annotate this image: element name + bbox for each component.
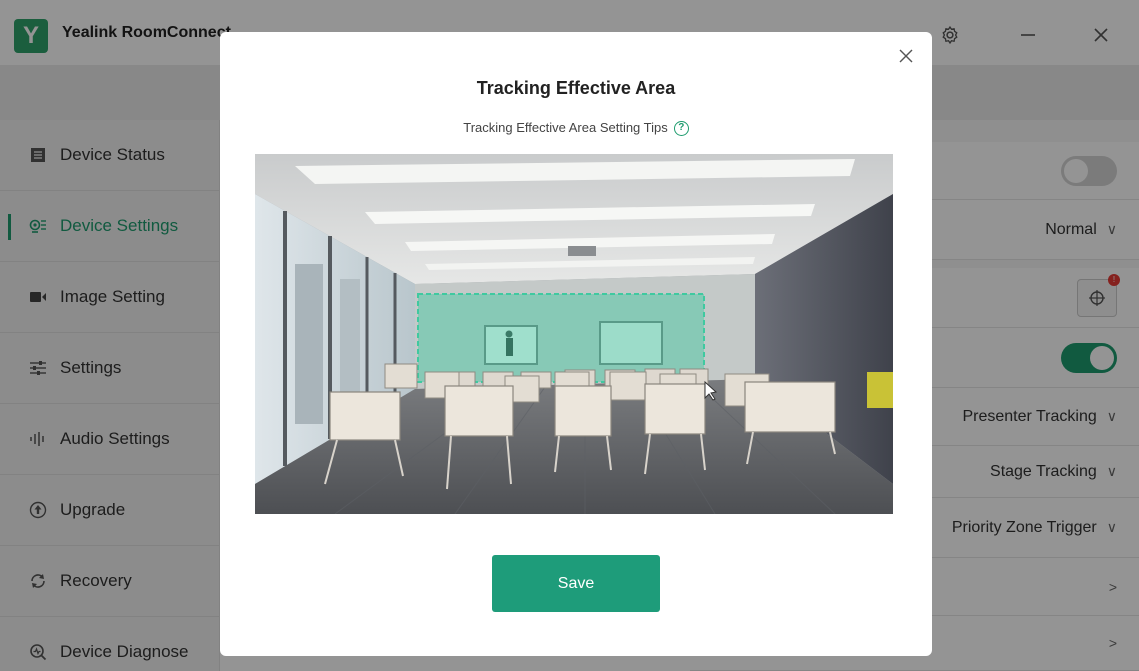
close-icon[interactable]: [892, 42, 920, 70]
room-preview-image: [255, 154, 893, 514]
app-window: Y Yealink RoomConnect Device Status Devi…: [0, 0, 1139, 671]
help-icon[interactable]: ?: [673, 121, 689, 137]
tracking-area-dialog: Tracking Effective Area Tracking Effecti…: [220, 32, 932, 656]
save-button[interactable]: Save: [492, 555, 660, 612]
setting-tips: Tracking Effective Area Setting Tips?: [220, 120, 932, 137]
camera-preview[interactable]: [255, 154, 893, 514]
setting-tips-text: Tracking Effective Area Setting Tips: [463, 120, 668, 135]
dialog-title: Tracking Effective Area: [476, 78, 676, 98]
